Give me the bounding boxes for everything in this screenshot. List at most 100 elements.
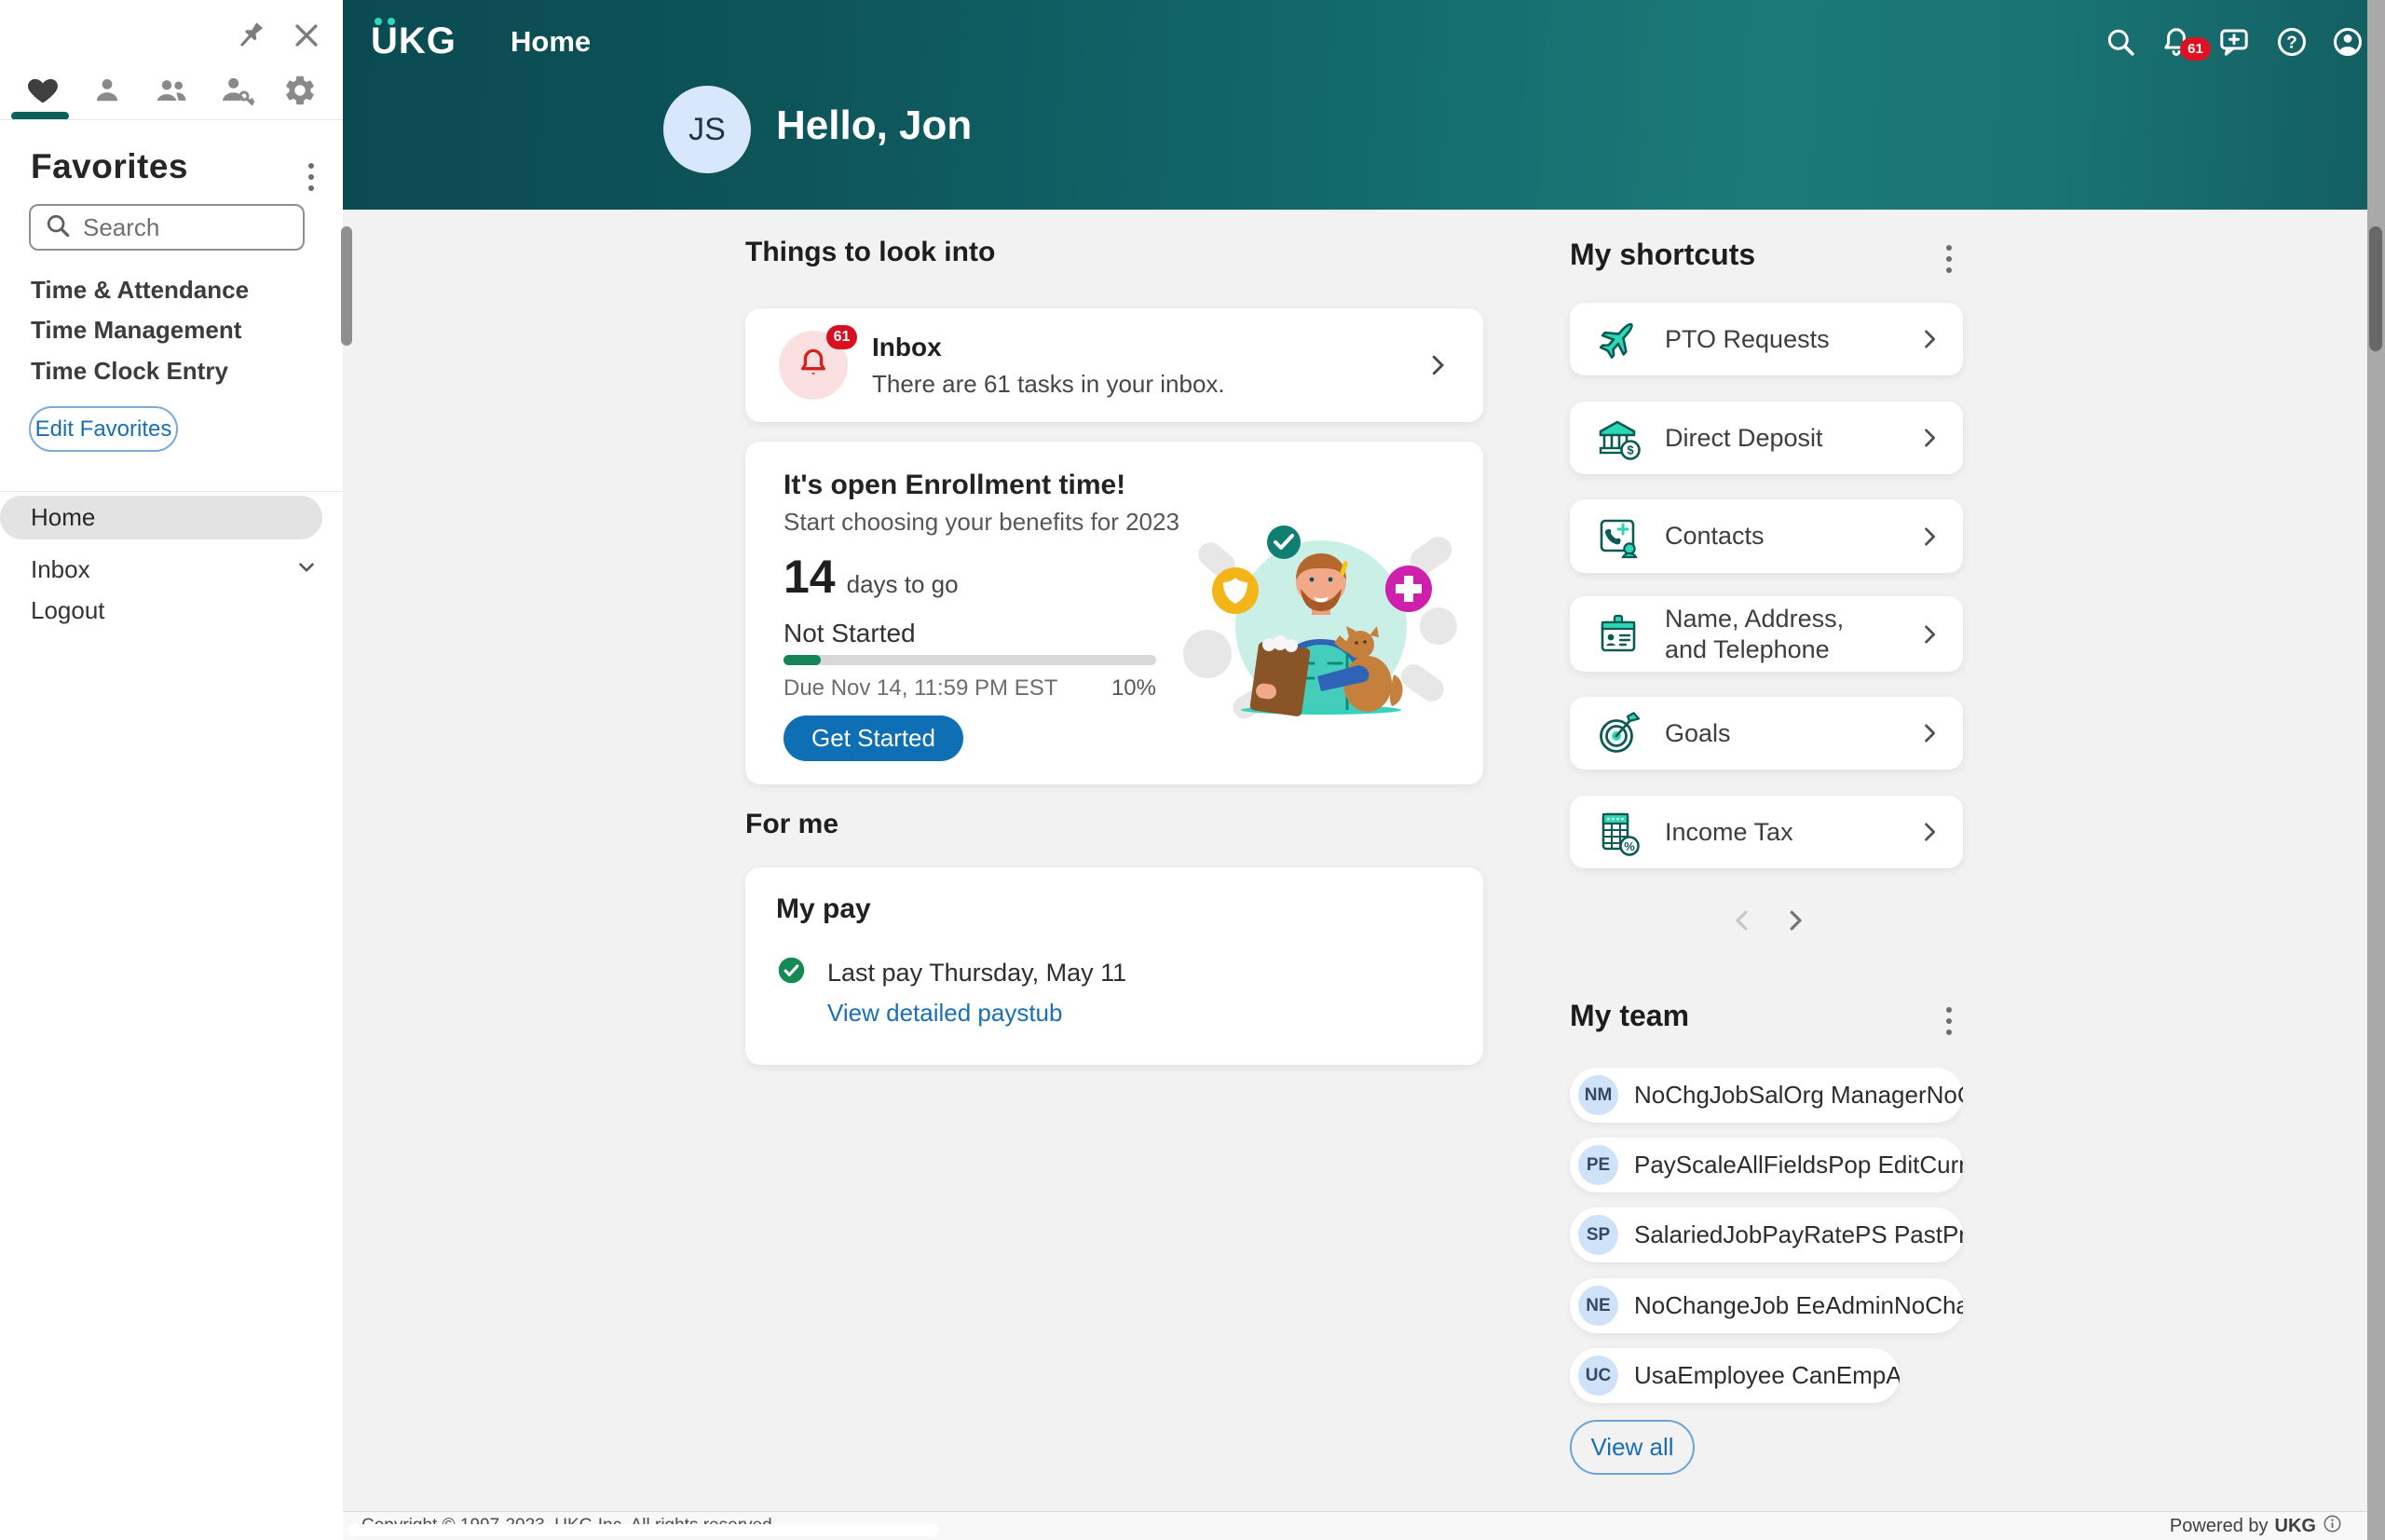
favorite-link-time-attendance[interactable]: Time & Attendance <box>31 276 249 305</box>
chevron-right-icon <box>1781 906 1809 937</box>
team-member-row[interactable]: UC UsaEmployee CanEmpAdmin <box>1570 1348 1900 1403</box>
tab-settings[interactable] <box>279 71 320 112</box>
team-member-name: NoChgJobSalOrg ManagerNoChgJ... <box>1634 1081 1963 1110</box>
team-member-name: PayScaleAllFieldsPop EditCurrentJ... <box>1634 1151 1963 1179</box>
days-number: 14 <box>784 550 836 604</box>
chevron-right-icon <box>1916 524 1942 550</box>
shortcut-label: Income Tax <box>1665 817 1793 848</box>
sidebar-scrollbar-thumb[interactable] <box>341 226 352 346</box>
sidebar-item-inbox[interactable]: Inbox <box>31 555 90 584</box>
account-icon <box>2331 25 2365 61</box>
close-sidebar-button[interactable] <box>287 17 326 56</box>
sidebar-item-logout[interactable]: Logout <box>31 596 105 625</box>
feedback-button[interactable] <box>2215 24 2253 61</box>
shortcuts-prev-button[interactable] <box>1723 902 1762 941</box>
target-icon <box>1592 707 1644 759</box>
shortcut-pto-requests[interactable]: PTO Requests <box>1570 303 1963 375</box>
pin-sidebar-button[interactable] <box>231 17 270 56</box>
inbox-card-subtitle: There are 61 tasks in your inbox. <box>872 370 1225 399</box>
enrollment-illustration <box>1176 514 1457 734</box>
powered-by-brand: UKG <box>2275 1516 2316 1537</box>
airplane-icon <box>1592 313 1644 365</box>
ukg-home-page: Favorites Time & Attendance Time Managem… <box>0 0 2385 1540</box>
favorites-menu-button[interactable] <box>293 157 330 198</box>
powered-by-prefix: Powered by <box>2170 1516 2269 1537</box>
sidebar-item-label: Home <box>31 503 95 532</box>
enrollment-days: 14 days to go <box>784 550 959 604</box>
id-card-icon <box>1592 608 1644 661</box>
view-paystub-link[interactable]: View detailed paystub <box>827 999 1062 1028</box>
team-member-row[interactable]: NE NoChangeJob EeAdminNoChange... <box>1570 1278 1963 1333</box>
favorite-link-time-clock-entry[interactable]: Time Clock Entry <box>31 357 228 386</box>
view-all-button[interactable]: View all <box>1570 1420 1695 1475</box>
chevron-down-icon[interactable] <box>293 553 320 581</box>
team-menu-button[interactable] <box>1930 1001 1968 1042</box>
chevron-right-icon <box>1916 720 1942 746</box>
avatar: NE <box>1578 1286 1618 1326</box>
calculator-percent-icon: % <box>1592 806 1644 858</box>
team-member-name: NoChangeJob EeAdminNoChange... <box>1634 1291 1963 1320</box>
shortcut-name-address-telephone[interactable]: Name, Address, and Telephone <box>1570 596 1963 672</box>
vertical-scrollbar-thumb[interactable] <box>2369 226 2382 351</box>
shortcuts-menu-button[interactable] <box>1930 238 1968 279</box>
gear-icon <box>282 73 318 111</box>
avatar: JS <box>663 86 751 173</box>
inbox-card-text: Inbox There are 61 tasks in your inbox. <box>872 333 1225 399</box>
shortcut-label: Name, Address, and Telephone <box>1665 604 1888 665</box>
vertical-scrollbar-track[interactable] <box>2367 0 2385 1540</box>
enrollment-progress-fill <box>784 655 821 665</box>
shortcut-income-tax[interactable]: % Income Tax <box>1570 796 1963 868</box>
favorites-sidebar: Favorites Time & Attendance Time Managem… <box>0 0 343 1540</box>
avatar: NM <box>1578 1075 1618 1115</box>
team-section-title: My team <box>1570 999 1689 1033</box>
shortcuts-section-title: My shortcuts <box>1570 238 1755 272</box>
shortcut-label: Goals <box>1665 718 1731 749</box>
people-icon <box>153 72 190 112</box>
favorite-link-time-management[interactable]: Time Management <box>31 316 241 345</box>
shortcut-goals[interactable]: Goals <box>1570 697 1963 770</box>
tab-person[interactable] <box>87 71 128 112</box>
team-member-row[interactable]: NM NoChgJobSalOrg ManagerNoChgJ... <box>1570 1068 1963 1123</box>
account-button[interactable] <box>2329 24 2366 61</box>
shortcut-contacts[interactable]: Contacts <box>1570 499 1963 573</box>
chevron-right-icon <box>1916 425 1942 451</box>
help-icon: ? <box>2275 25 2309 61</box>
divider <box>0 119 343 120</box>
favorites-search[interactable] <box>29 204 305 251</box>
shortcut-label: Direct Deposit <box>1665 423 1823 454</box>
check-circle-icon <box>776 955 807 986</box>
tab-people[interactable] <box>151 71 192 112</box>
team-member-row[interactable]: SP SalariedJobPayRatePS PastPresFu... <box>1570 1207 1963 1262</box>
header-search-button[interactable] <box>2102 24 2139 61</box>
enrollment-percent: 10% <box>784 675 1156 702</box>
things-section-title: Things to look into <box>745 237 995 268</box>
tab-favorites[interactable] <box>22 71 63 112</box>
search-input[interactable] <box>83 213 290 242</box>
team-member-row[interactable]: PE PayScaleAllFieldsPop EditCurrentJ... <box>1570 1138 1963 1192</box>
shortcuts-next-button[interactable] <box>1776 902 1815 941</box>
logo-dot <box>375 18 382 25</box>
powered-by: Powered by UKG <box>2170 1512 2342 1540</box>
tab-person-key[interactable] <box>216 71 257 112</box>
info-icon[interactable] <box>2323 1514 2342 1539</box>
help-button[interactable]: ? <box>2273 24 2310 61</box>
my-pay-card: My pay Last pay Thursday, May 11 View de… <box>745 867 1483 1065</box>
chevron-right-icon <box>1916 326 1942 352</box>
chevron-left-icon <box>1728 906 1756 937</box>
get-started-button[interactable]: Get Started <box>784 715 963 761</box>
inbox-card[interactable]: 61 Inbox There are 61 tasks in your inbo… <box>745 308 1483 422</box>
inbox-icon-circle: 61 <box>779 331 848 400</box>
avatar: PE <box>1578 1145 1618 1185</box>
contact-phone-icon <box>1592 511 1644 563</box>
shortcut-direct-deposit[interactable]: $ Direct Deposit <box>1570 402 1963 474</box>
chevron-right-icon <box>1916 819 1942 845</box>
sidebar-item-home[interactable]: Home <box>0 496 322 539</box>
inbox-count-badge: 61 <box>826 325 857 349</box>
heart-icon <box>25 73 61 111</box>
page-title: Home <box>511 25 591 59</box>
last-pay-text: Last pay Thursday, May 11 <box>827 959 1126 988</box>
for-me-section-title: For me <box>745 809 838 840</box>
enrollment-title: It's open Enrollment time! <box>784 470 1125 501</box>
horizontal-scrollbar-thumb[interactable] <box>348 1524 939 1536</box>
edit-favorites-button[interactable]: Edit Favorites <box>29 406 178 452</box>
